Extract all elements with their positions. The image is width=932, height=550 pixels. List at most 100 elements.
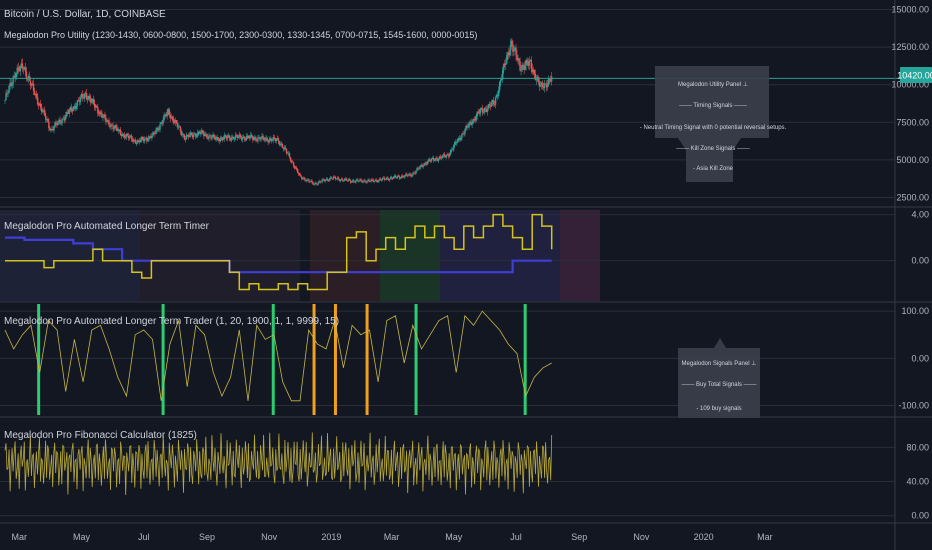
candle-body <box>219 138 221 142</box>
candle-body <box>395 177 398 179</box>
candle-body <box>522 64 524 67</box>
candle-body <box>528 60 530 66</box>
x-tick-label: Jul <box>510 532 522 542</box>
candle-body <box>324 180 326 182</box>
candle-body <box>249 137 251 139</box>
candle-body <box>81 94 84 98</box>
candle-body <box>337 177 340 180</box>
candle-body <box>292 162 295 167</box>
candle-body <box>526 60 528 64</box>
candle-body <box>72 106 75 112</box>
candle-body <box>492 100 495 105</box>
candle-body <box>397 175 400 177</box>
candle-body <box>320 181 322 183</box>
candle-body <box>24 67 27 72</box>
candle-body <box>19 65 21 72</box>
candle-body <box>380 179 383 181</box>
candle-body <box>345 178 348 181</box>
fibonacci-title: Megalodon Pro Fibonacci Calculator (1825… <box>4 430 197 441</box>
candle-body <box>53 126 55 131</box>
candle-body <box>308 179 310 182</box>
candle-body <box>192 134 195 138</box>
candle-body <box>477 111 479 113</box>
candle-body <box>418 168 420 170</box>
candle-body <box>506 55 508 64</box>
candle-body <box>298 172 300 175</box>
candle-body <box>266 137 268 141</box>
candle-body <box>97 107 99 114</box>
candle-body <box>141 137 144 140</box>
candle-body <box>57 121 59 125</box>
candle-body <box>241 137 244 140</box>
candle-body <box>439 156 442 158</box>
candle-body <box>304 178 306 181</box>
candle-body <box>312 182 314 185</box>
utility-panel-line: - Asia Kill Zone <box>693 166 734 172</box>
chart-canvas[interactable]: Bitcoin / U.S. Dollar, 1D, COINBASE Mega… <box>0 0 932 550</box>
candle-body <box>428 159 430 161</box>
candle-body <box>273 137 275 138</box>
candle-body <box>406 174 408 176</box>
candle-body <box>482 112 485 113</box>
candle-body <box>83 93 86 99</box>
candle-body <box>357 179 359 182</box>
candle-body <box>172 117 174 123</box>
candle-body <box>88 95 91 99</box>
utility-panel-title: Megalodon Utility Panel ⊥ <box>678 81 748 88</box>
candle-body <box>233 138 236 140</box>
candle-body <box>369 181 371 182</box>
signals-panel-line: ─── Buy Total Signals ─── <box>681 382 758 388</box>
signal-bar <box>414 304 418 415</box>
candle-body <box>481 108 484 113</box>
candle-body <box>158 129 160 131</box>
x-tick-label: Sep <box>199 532 215 542</box>
candle-body <box>330 177 333 179</box>
utility-panel-line: ─── Kill Zone Signals ─── <box>675 146 750 152</box>
candle-body <box>368 179 370 182</box>
candle-body <box>430 158 433 162</box>
candle-body <box>326 178 329 180</box>
candle-body <box>400 177 402 179</box>
x-tick-label: 2019 <box>321 532 341 542</box>
candle-body <box>484 108 487 110</box>
candle-body <box>349 179 351 181</box>
candle-body <box>36 97 39 105</box>
candle-body <box>159 124 161 130</box>
candle-body <box>44 110 46 116</box>
candle-body <box>60 122 62 124</box>
candle-body <box>228 135 231 139</box>
candle-body <box>253 138 255 140</box>
candle-body <box>147 140 149 142</box>
candle-body <box>200 132 202 134</box>
candle-body <box>4 99 6 101</box>
candle-body <box>404 175 406 178</box>
y-tick-label: 0.00 <box>911 256 929 266</box>
signals-panel-line: - 109 buy signals <box>696 406 741 412</box>
candle-body <box>102 116 104 118</box>
candle-body <box>11 83 13 86</box>
x-tick-label: Mar <box>384 532 400 542</box>
y-tick-label: 5000.00 <box>896 155 929 165</box>
candle-body <box>339 179 342 181</box>
candle-body <box>394 175 397 178</box>
candle-body <box>386 177 389 179</box>
candle-body <box>285 148 288 153</box>
candle-body <box>8 85 10 93</box>
candle-body <box>100 111 102 114</box>
candle-body <box>317 182 319 185</box>
candle-body <box>162 120 164 124</box>
candle-body <box>163 114 165 121</box>
candle-body <box>115 125 117 128</box>
x-tick-label: Nov <box>633 532 650 542</box>
candle-body <box>362 181 364 183</box>
candle-body <box>537 76 540 82</box>
candle-body <box>541 82 544 88</box>
candle-body <box>68 109 70 114</box>
candle-body <box>126 134 129 136</box>
candle-body <box>85 93 88 100</box>
candle-body <box>171 116 173 118</box>
candle-body <box>513 49 515 52</box>
candle-body <box>364 180 366 182</box>
candle-body <box>550 76 553 82</box>
candle-body <box>179 126 182 132</box>
